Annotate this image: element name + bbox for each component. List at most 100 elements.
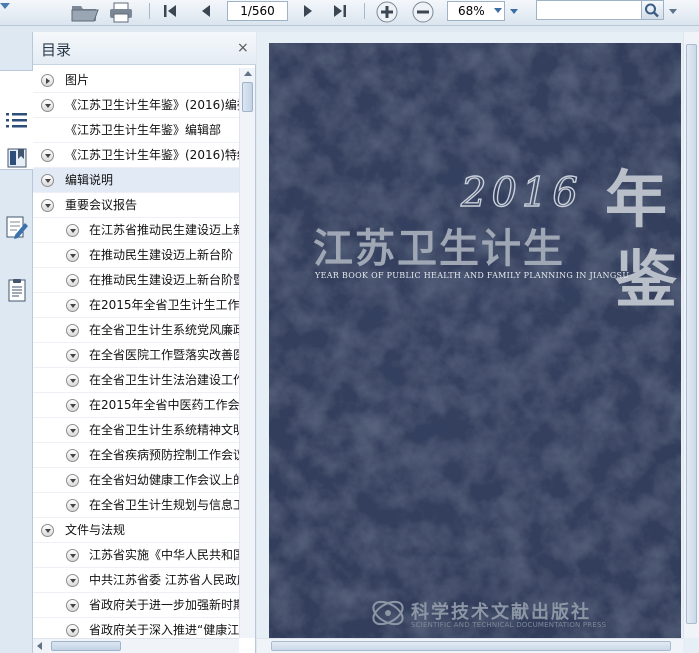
scroll-left-icon[interactable]: [37, 642, 42, 650]
toc-item[interactable]: 文件与法规: [33, 518, 239, 543]
collapse-arrow-icon[interactable]: [66, 499, 79, 512]
collapse-arrow-icon[interactable]: [41, 99, 54, 112]
toc-item-label: 编辑说明: [65, 173, 114, 187]
document-viewer: 2016 江苏卫生计生 年 鉴 YEAR BOOK OF PUBLIC HEAL…: [257, 32, 699, 653]
search-icon: [645, 3, 659, 18]
toc-list-icon: [6, 113, 27, 128]
cover-title: 江苏卫生计生: [313, 226, 565, 272]
toc-item[interactable]: 在全省疾病预防控制工作会议: [33, 443, 239, 468]
toc-item-label: 在全省卫生计生法治建设工作会议: [89, 373, 239, 387]
zoom-in-icon[interactable]: [374, 0, 400, 24]
toc-item[interactable]: 在全省医院工作暨落实改善医疗: [33, 343, 239, 368]
bookmark-tab[interactable]: [3, 145, 30, 171]
toc-horizontal-scrollbar[interactable]: [33, 638, 239, 653]
toc-item-label: 江苏省实施《中华人民共和国: [89, 548, 239, 562]
collapse-arrow-icon[interactable]: [66, 474, 79, 487]
toc-item[interactable]: 《江苏卫生计生年鉴》编辑部: [33, 118, 239, 143]
toc-item[interactable]: 省政府关于进一步加强新时期: [33, 593, 239, 618]
prev-page-icon[interactable]: [194, 0, 218, 22]
toc-item[interactable]: 江苏省实施《中华人民共和国: [33, 543, 239, 568]
toc-item[interactable]: 在推动民生建设迈上新台阶: [33, 243, 239, 268]
toc-item-label: 中共江苏省委 江苏省人民政府: [89, 573, 239, 587]
search-options-icon[interactable]: [666, 0, 680, 22]
toc-item[interactable]: 在全省卫生计生系统党风廉政: [33, 318, 239, 343]
collapse-arrow-icon[interactable]: [66, 599, 79, 612]
expand-arrow-icon[interactable]: [41, 74, 54, 87]
search-button[interactable]: [642, 0, 664, 20]
search-input[interactable]: [536, 0, 642, 20]
collapse-arrow-icon[interactable]: [41, 149, 54, 162]
toc-item-label: 图片: [65, 73, 90, 87]
print-icon[interactable]: [106, 0, 136, 24]
toc-item[interactable]: 在全省妇幼健康工作会议上的: [33, 468, 239, 493]
toc-item[interactable]: 在全省卫生计生法治建设工作会议: [33, 368, 239, 393]
collapse-arrow-icon[interactable]: [66, 249, 79, 262]
collapse-arrow-icon[interactable]: [41, 524, 54, 537]
chevron-down-icon: [494, 8, 502, 13]
next-page-icon[interactable]: [296, 0, 320, 22]
toc-item[interactable]: 《江苏卫生计生年鉴》(2016)编委会: [33, 93, 239, 118]
toc-item-label: 在全省妇幼健康工作会议上的: [89, 473, 239, 487]
cover-year: 2016: [460, 169, 583, 216]
zoom-out-icon[interactable]: [410, 0, 436, 24]
viewer-vertical-scrollbar[interactable]: [683, 32, 699, 638]
collapse-arrow-icon[interactable]: [66, 374, 79, 387]
collapse-arrow-icon[interactable]: [66, 424, 79, 437]
last-page-icon[interactable]: [328, 0, 352, 22]
toc-item-label: 在全省卫生计生系统精神文明: [89, 423, 239, 437]
collapse-arrow-icon[interactable]: [66, 299, 79, 312]
toolbar-separator: [364, 3, 365, 19]
collapse-arrow-icon[interactable]: [41, 174, 54, 187]
toc-item[interactable]: 在2015年全省中医药工作会议: [33, 393, 239, 418]
toc-item[interactable]: 《江苏卫生计生年鉴》(2016)特约编辑: [33, 143, 239, 168]
collapse-arrow-icon[interactable]: [41, 199, 54, 212]
document-tab[interactable]: [3, 278, 30, 304]
open-folder-icon[interactable]: [68, 0, 100, 24]
scroll-thumb[interactable]: [242, 82, 253, 112]
toc-item[interactable]: 在全省卫生计生系统精神文明: [33, 418, 239, 443]
scroll-thumb[interactable]: [686, 44, 697, 624]
menu-dropdown-icon[interactable]: [0, 0, 14, 22]
collapse-arrow-icon[interactable]: [66, 624, 79, 637]
toc-item-label: 省政府关于进一步加强新时期: [89, 598, 239, 612]
collapse-arrow-icon[interactable]: [66, 449, 79, 462]
toc-item[interactable]: 在全省卫生计生规划与信息工作: [33, 493, 239, 518]
toc-item[interactable]: 省政府关于深入推进“健康江苏: [33, 618, 239, 638]
toc-item[interactable]: 中共江苏省委 江苏省人民政府: [33, 568, 239, 593]
viewer-horizontal-scrollbar[interactable]: [257, 638, 683, 653]
collapse-arrow-icon[interactable]: [66, 574, 79, 587]
side-rail: [0, 32, 34, 653]
toc-item[interactable]: 重要会议报告: [33, 193, 239, 218]
collapse-arrow-icon[interactable]: [66, 349, 79, 362]
cover-char-nian: 年: [605, 163, 668, 236]
document-icon: [8, 279, 25, 302]
zoom-dropdown-icon[interactable]: [508, 0, 520, 22]
zoom-select[interactable]: 68%: [447, 1, 505, 21]
toc-item-label: 《江苏卫生计生年鉴》编辑部: [65, 123, 222, 137]
toc-item[interactable]: 图片: [33, 68, 239, 93]
collapse-arrow-icon[interactable]: [66, 274, 79, 287]
toc-item[interactable]: 编辑说明: [33, 168, 239, 193]
toc-item-label: 文件与法规: [65, 523, 126, 537]
toc-item[interactable]: 在推动民生建设迈上新台阶暨: [33, 268, 239, 293]
annotation-tab[interactable]: [3, 215, 30, 241]
collapse-arrow-icon[interactable]: [66, 224, 79, 237]
pdf-reader-window: 1/560 68% 目录 × 图片 《江苏卫生计生年鉴》(2016)编 《江苏卫…: [0, 0, 699, 653]
publisher-logo: [372, 600, 404, 626]
cover-page: 2016 江苏卫生计生 年 鉴 YEAR BOOK OF PUBLIC HEAL…: [269, 43, 681, 639]
toc-item[interactable]: 在江苏省推动民生建设迈上新台阶: [33, 218, 239, 243]
scroll-thumb[interactable]: [271, 641, 671, 651]
collapse-arrow-icon[interactable]: [66, 399, 79, 412]
toc-item[interactable]: 在2015年全省卫生计生工作会议: [33, 293, 239, 318]
collapse-arrow-icon[interactable]: [66, 549, 79, 562]
page-number-input[interactable]: 1/560: [227, 1, 288, 21]
first-page-icon[interactable]: [158, 0, 182, 22]
scroll-up-icon[interactable]: [244, 71, 252, 76]
toc-item-label: 在2015年全省卫生计生工作会议: [89, 298, 239, 312]
collapse-arrow-icon[interactable]: [66, 324, 79, 337]
toc-item-label: 在全省卫生计生系统党风廉政: [89, 323, 239, 337]
toc-vertical-scrollbar[interactable]: [239, 68, 255, 638]
scroll-thumb[interactable]: [51, 641, 121, 651]
toc-item-label: 在全省医院工作暨落实改善医疗: [89, 348, 239, 362]
close-icon[interactable]: ×: [237, 41, 249, 55]
